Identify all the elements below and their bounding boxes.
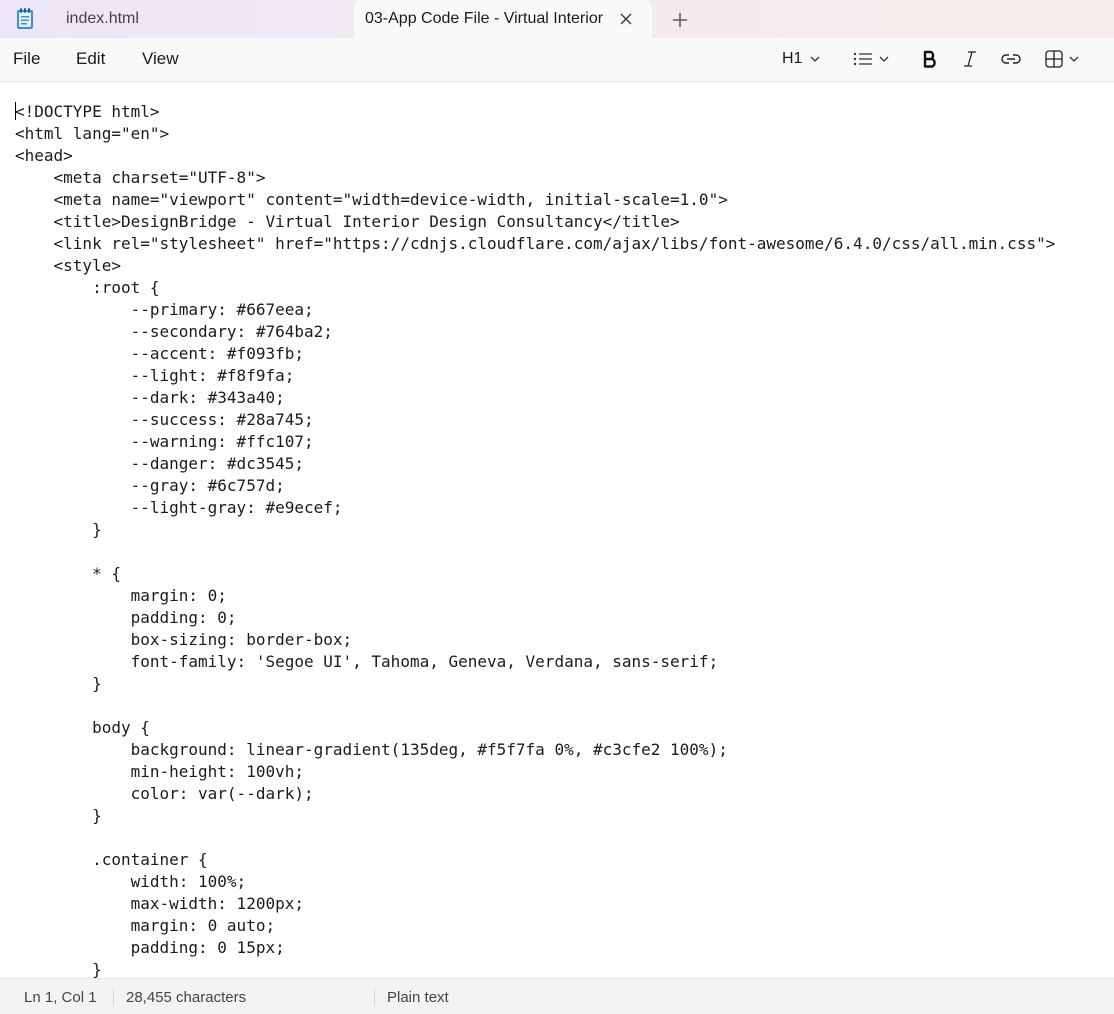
- code-line: --dark: #343a40;: [15, 388, 285, 407]
- code-line: <title>DesignBridge - Virtual Interior D…: [15, 212, 680, 231]
- code-line: --light: #f8f9fa;: [15, 366, 295, 385]
- list-dropdown[interactable]: [853, 46, 889, 72]
- code-line: * {: [15, 564, 121, 583]
- menu-view[interactable]: View: [142, 49, 179, 69]
- status-divider: [374, 988, 375, 1006]
- code-line: <meta charset="UTF-8">: [15, 168, 266, 187]
- code-line: --light-gray: #e9ecef;: [15, 498, 343, 517]
- menu-edit[interactable]: Edit: [76, 49, 105, 69]
- code-line: --secondary: #764ba2;: [15, 322, 333, 341]
- bulleted-list-icon: [853, 52, 872, 66]
- code-line: --danger: #dc3545;: [15, 454, 304, 473]
- link-button[interactable]: [1001, 46, 1021, 72]
- heading-dropdown[interactable]: H1: [782, 46, 820, 72]
- notepad-app-icon: [17, 8, 33, 29]
- tab-label: index.html: [66, 10, 139, 27]
- code-line: margin: 0 auto;: [15, 916, 276, 935]
- status-bar: Ln 1, Col 1 28,455 characters Plain text: [0, 978, 1114, 1014]
- heading-label: H1: [782, 50, 803, 67]
- italic-button[interactable]: [962, 46, 978, 72]
- table-dropdown[interactable]: [1045, 46, 1079, 72]
- code-line: <meta name="viewport" content="width=dev…: [15, 190, 728, 209]
- menu-file[interactable]: File: [13, 49, 40, 69]
- tab-bar: index.html 03-App Code File - Virtual In…: [0, 0, 1114, 38]
- cursor-position: Ln 1, Col 1: [24, 989, 97, 1006]
- code-line: padding: 0 15px;: [15, 938, 285, 957]
- code-line: --gray: #6c757d;: [15, 476, 285, 495]
- text-editor-area[interactable]: <!DOCTYPE html> <html lang="en"> <head> <m…: [0, 82, 1114, 978]
- character-count: 28,455 characters: [126, 989, 247, 1006]
- menu-bar: File Edit View H1: [0, 38, 1114, 82]
- code-line: max-width: 1200px;: [15, 894, 304, 913]
- code-line: --accent: #f093fb;: [15, 344, 304, 363]
- new-tab-plus-icon[interactable]: [670, 10, 690, 30]
- code-line: color: var(--dark);: [15, 784, 314, 803]
- status-divider: [113, 988, 114, 1006]
- code-line: width: 100%;: [15, 872, 247, 891]
- tab-label: 03-App Code File - Virtual Interior Desi…: [365, 10, 603, 27]
- code-line: .container {: [15, 850, 208, 869]
- text-caret: [15, 102, 16, 120]
- code-line: <link rel="stylesheet" href="https://cdn…: [15, 234, 1056, 253]
- file-type[interactable]: Plain text: [387, 989, 449, 1006]
- code-line: }: [15, 674, 102, 693]
- code-line: }: [15, 520, 102, 539]
- chevron-down-icon: [810, 56, 820, 62]
- document-text[interactable]: <!DOCTYPE html> <html lang="en"> <head> <m…: [15, 101, 1055, 978]
- code-line: background: linear-gradient(135deg, #f5f…: [15, 740, 728, 759]
- close-icon[interactable]: [618, 11, 634, 27]
- chevron-down-icon: [1069, 56, 1079, 62]
- code-line: <head>: [15, 146, 73, 165]
- tab-app-code-file[interactable]: 03-App Code File - Virtual Interior Desi…: [354, 0, 652, 38]
- code-line: }: [15, 806, 102, 825]
- bold-icon: [923, 50, 936, 68]
- code-line: box-sizing: border-box;: [15, 630, 353, 649]
- chevron-down-icon: [879, 56, 889, 62]
- italic-icon: [964, 51, 976, 67]
- code-line: --success: #28a745;: [15, 410, 314, 429]
- tab-index-html[interactable]: index.html: [44, 0, 354, 38]
- code-line: :root {: [15, 278, 160, 297]
- code-line: padding: 0;: [15, 608, 237, 627]
- code-line: body {: [15, 718, 150, 737]
- code-line: --warning: #ffc107;: [15, 432, 314, 451]
- table-icon: [1045, 50, 1063, 68]
- bold-button[interactable]: [922, 46, 938, 72]
- code-line: <style>: [15, 256, 121, 275]
- code-line: <!DOCTYPE html>: [15, 102, 160, 121]
- code-line: <html lang="en">: [15, 124, 170, 143]
- code-line: min-height: 100vh;: [15, 762, 304, 781]
- link-icon: [1001, 54, 1021, 64]
- code-line: font-family: 'Segoe UI', Tahoma, Geneva,…: [15, 652, 719, 671]
- code-line: --primary: #667eea;: [15, 300, 314, 319]
- code-line: }: [15, 960, 102, 978]
- code-line: margin: 0;: [15, 586, 227, 605]
